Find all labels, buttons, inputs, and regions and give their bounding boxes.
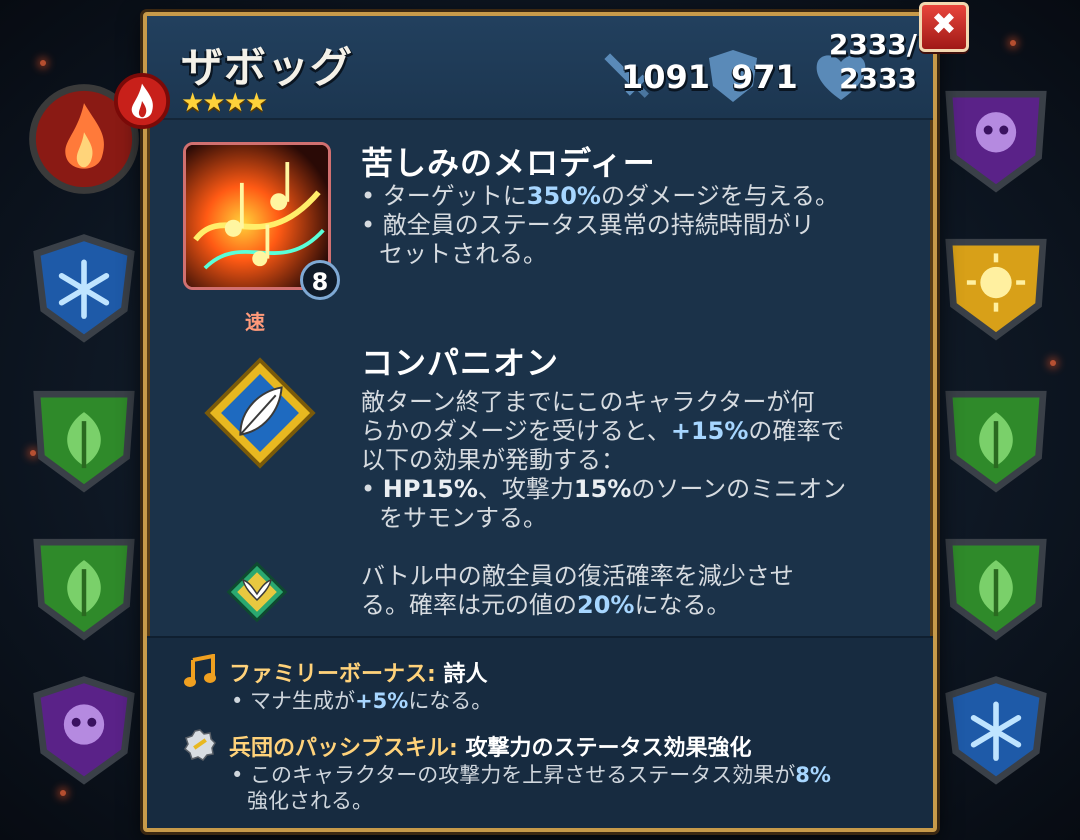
light-shield-icon[interactable] [940,228,1052,346]
winged-trait-icon [225,560,289,624]
family-bonus-value: 詩人 [443,662,488,687]
passive-value: 20% [577,591,635,619]
close-button[interactable]: ✖ [919,2,969,52]
family-bonus-text: • マナ生成が+5%になる。 [231,689,493,713]
armor-stat: 971 [703,46,798,106]
legion-passive-title: 兵団のパッシブスキル: 攻撃力のステータス効果強化 [229,736,752,761]
passive-description-line: る。確率は元の値の20%になる。 [361,591,731,619]
ice-shield-icon[interactable] [28,228,140,346]
companion-chance-value: +15% [670,417,749,445]
bonus-footer: ファミリーボーナス: 詩人 • マナ生成が+5%になる。 兵団のパッシブスキル:… [147,636,933,828]
feather-trait-icon [201,354,319,472]
attack-stat: 1091 [597,46,711,106]
nature-shield-icon[interactable] [28,528,140,646]
armor-value: 971 [731,58,798,96]
spell-title: 苦しみのメロディー [361,144,656,182]
legion-passive-value: 攻撃力のステータス効果強化 [465,736,752,761]
nature-shield-icon[interactable] [940,380,1052,498]
spell-damage-value: 350% [526,182,601,210]
companion-description-line: をサモンする。 [379,504,547,532]
dark-shield-icon[interactable] [940,80,1052,198]
nature-shield-icon[interactable] [940,528,1052,646]
attack-value: 1091 [621,58,711,96]
dark-shield-icon[interactable] [28,670,140,788]
legion-passive-text: 強化される。 [247,789,373,813]
companion-description-line: 以下の効果が発動する： [361,446,625,474]
hero-header: ザボッグ ★★★★ 1091 971 2333/ 2333 [113,16,933,130]
hero-name: ザボッグ [181,43,354,92]
ember-particle [1050,360,1056,366]
spell-description-line: • ターゲットに350%のダメージを与える。 [361,182,840,210]
ember-particle [60,790,66,796]
hero-info-panel: ザボッグ ★★★★ 1091 971 2333/ 2333 ✖ 8 速 苦しみの… [113,2,969,832]
music-note-icon [183,653,217,688]
hp-stat: 2333/ 2333 [811,28,917,108]
fire-element-icon [113,72,171,130]
hp-max: 2333 [839,62,917,95]
family-bonus-title: ファミリーボーナス: 詩人 [229,662,488,687]
legion-badge-icon [183,728,217,762]
companion-title: コンパニオン [361,344,560,382]
hp-current: 2333/ [828,28,917,61]
mana-cost-badge: 8 [300,260,340,300]
passive-description-line: バトル中の敵全員の復活確率を減少させ [361,562,794,590]
spell-description-line: セットされる。 [379,240,547,268]
spell-description-line: • 敵全員のステータス異常の持続時間がリ [361,211,815,239]
companion-description-line: らかのダメージを受けると、+15%の確率で [361,417,845,445]
ice-shield-icon[interactable] [940,670,1052,788]
companion-description-line: • HP15%、攻撃力15%のソーンのミニオン [361,475,847,503]
nature-shield-icon[interactable] [28,380,140,498]
ember-particle [40,60,46,66]
mana-speed-label: 速 [245,310,265,334]
companion-description-line: 敵ターン終了までにこのキャラクターが何 [361,388,815,416]
ember-particle [1010,40,1016,46]
legion-passive-text: • このキャラクターの攻撃力を上昇させるステータス効果が8% [231,763,831,787]
hero-star-rating: ★★★★ [181,88,268,118]
